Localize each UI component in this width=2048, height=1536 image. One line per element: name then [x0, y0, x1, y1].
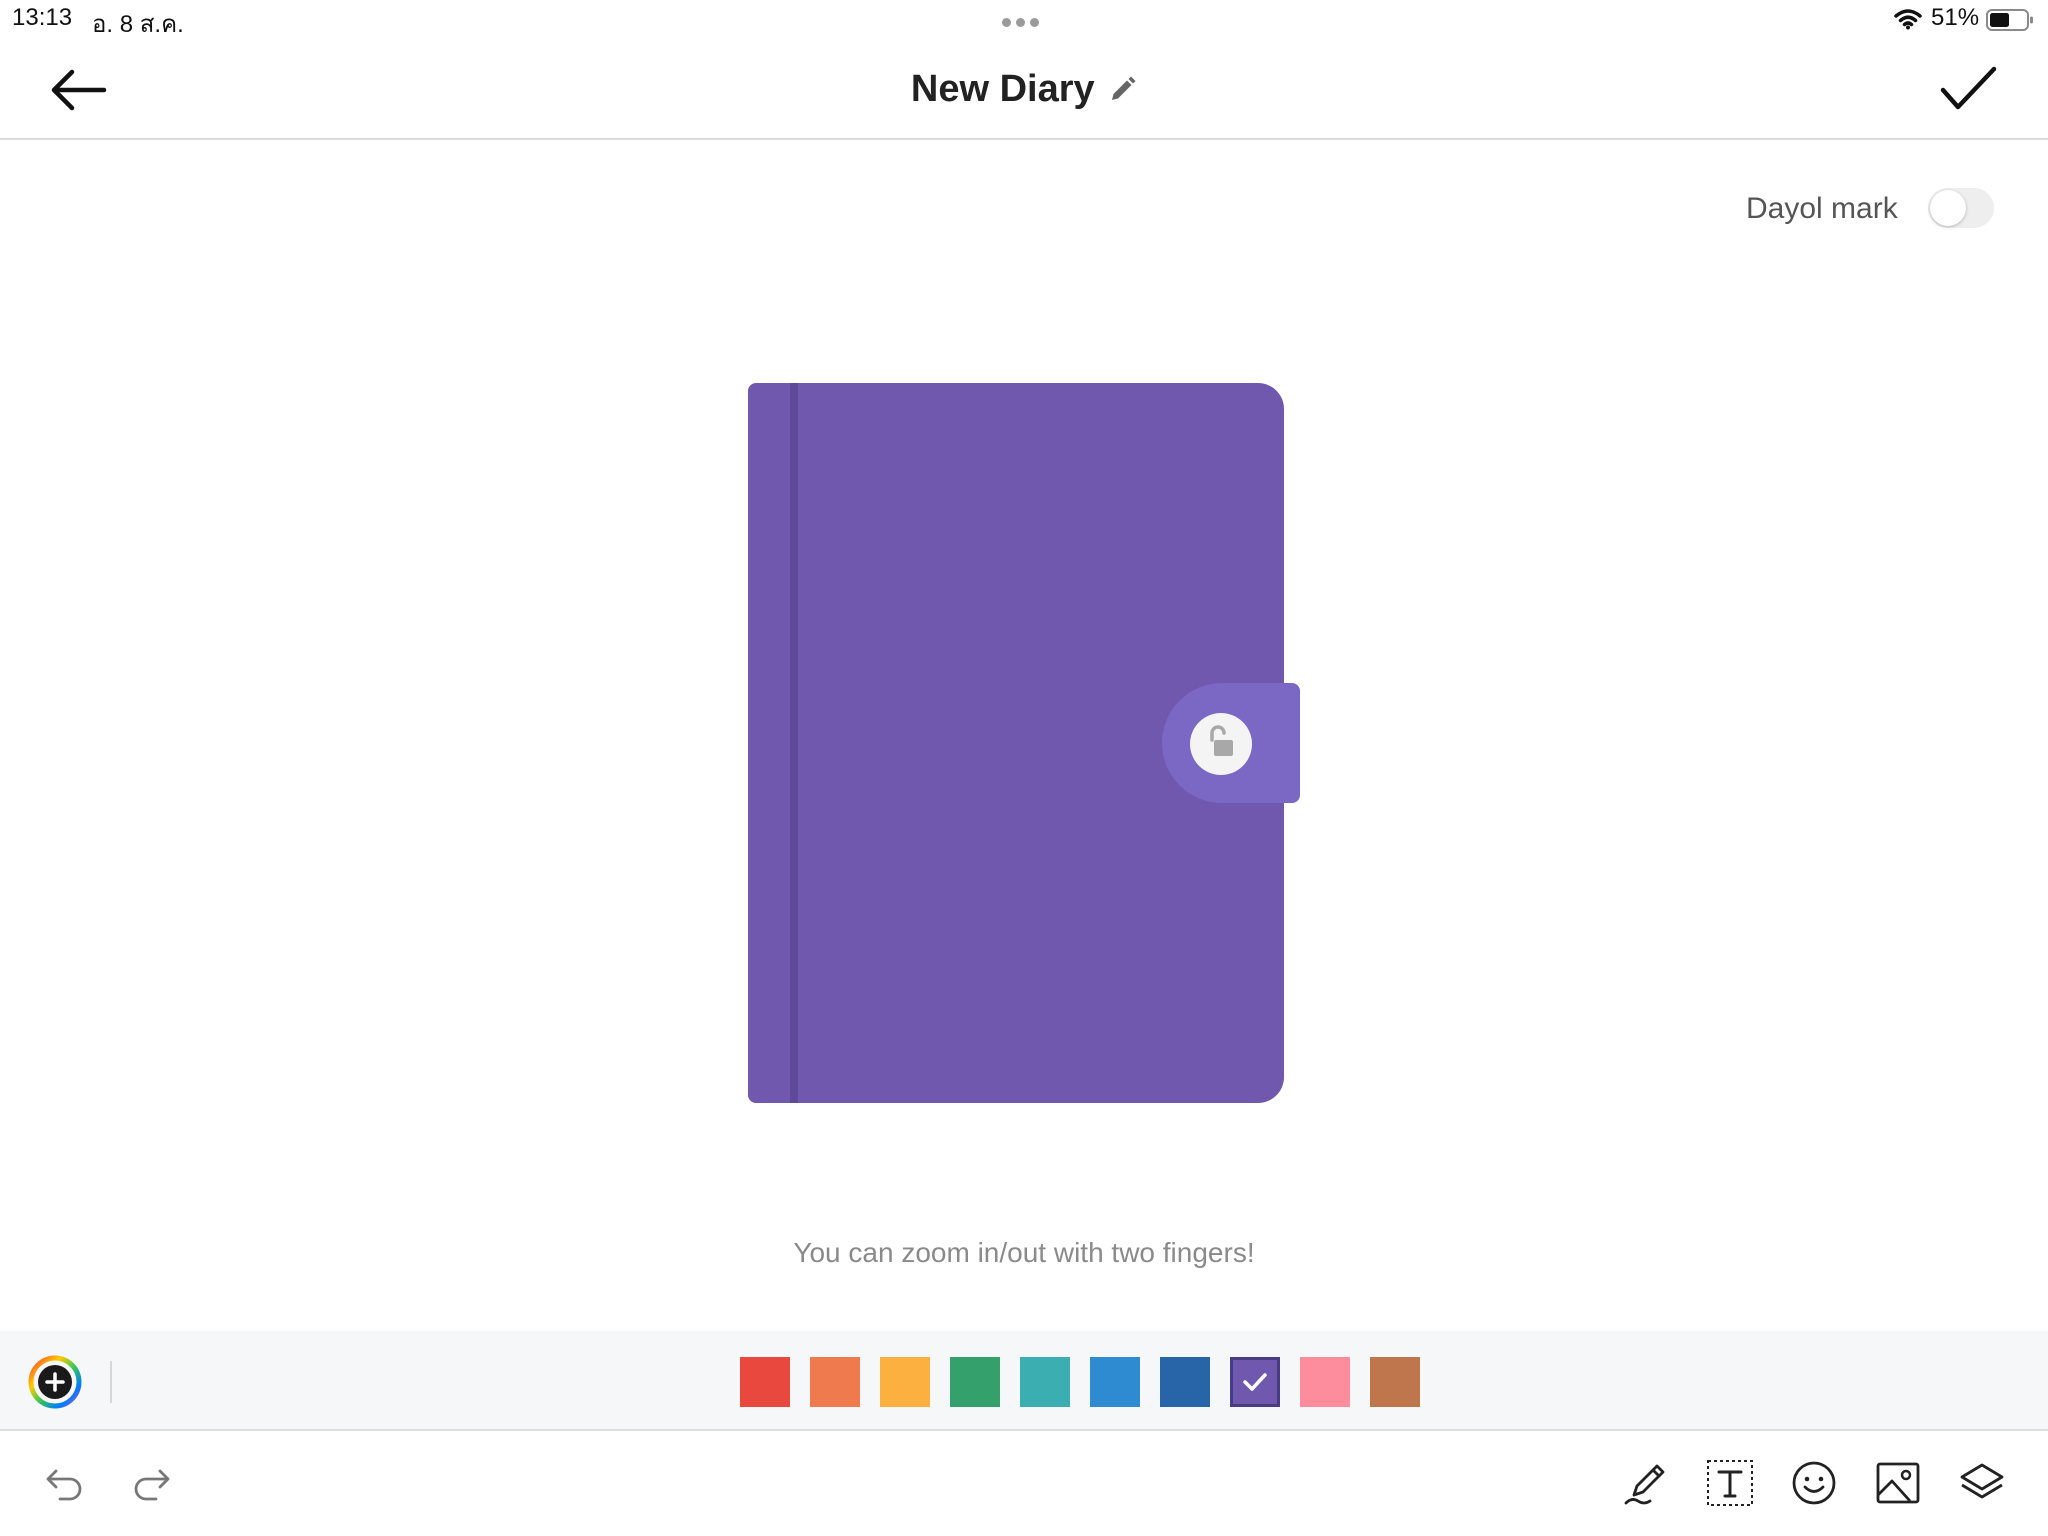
color-swatch[interactable] — [740, 1357, 790, 1407]
header-bar: New Diary — [0, 40, 2048, 140]
color-swatch[interactable] — [880, 1357, 930, 1407]
image-icon[interactable] — [1872, 1457, 1924, 1509]
zoom-hint: You can zoom in/out with two fingers! — [793, 1237, 1255, 1268]
color-swatch[interactable] — [810, 1357, 860, 1407]
lock-button[interactable] — [1190, 713, 1252, 775]
toggle-knob — [1930, 190, 1966, 226]
dayol-mark-toggle[interactable] — [1928, 188, 1994, 228]
more-dots-icon[interactable] — [1002, 14, 1046, 27]
wifi-icon — [1894, 9, 1922, 30]
pencil-icon[interactable] — [1107, 75, 1137, 105]
color-bar-divider — [110, 1361, 112, 1403]
color-swatch[interactable] — [950, 1357, 1000, 1407]
status-bar: 13:13 อ. 8 ส.ค. 51% — [0, 0, 2048, 40]
status-time: 13:13 — [12, 4, 73, 31]
page-title[interactable]: New Diary — [911, 68, 1095, 110]
redo-icon[interactable] — [124, 1457, 176, 1509]
bottom-toolbar — [0, 1433, 2048, 1536]
color-swatch[interactable] — [1160, 1357, 1210, 1407]
dayol-mark-label: Dayol mark — [1746, 192, 1898, 225]
color-swatch[interactable] — [1090, 1357, 1140, 1407]
status-date: อ. 8 ส.ค. — [92, 11, 184, 38]
color-swatch[interactable] — [1020, 1357, 1070, 1407]
checkmark-icon — [1243, 1373, 1267, 1391]
battery-percent: 51% — [1931, 4, 1980, 31]
text-box-icon[interactable] — [1704, 1457, 1756, 1509]
battery-icon — [1986, 9, 2033, 31]
color-wheel-add-icon[interactable] — [28, 1355, 82, 1409]
layers-icon[interactable] — [1956, 1457, 2008, 1509]
diary-spine — [790, 383, 798, 1103]
color-swatch-list — [740, 1357, 1420, 1407]
diary-clasp[interactable] — [1162, 683, 1300, 803]
undo-icon[interactable] — [40, 1457, 92, 1509]
unlock-icon — [1210, 725, 1233, 756]
title-group: New Diary — [0, 68, 2048, 111]
color-swatch[interactable] — [1370, 1357, 1420, 1407]
pen-icon[interactable] — [1620, 1457, 1672, 1509]
checkmark-icon[interactable] — [1938, 64, 1998, 114]
sticker-smile-icon[interactable] — [1788, 1457, 1840, 1509]
color-swatch[interactable] — [1300, 1357, 1350, 1407]
color-bar — [0, 1331, 2048, 1431]
color-swatch[interactable] — [1230, 1357, 1280, 1407]
